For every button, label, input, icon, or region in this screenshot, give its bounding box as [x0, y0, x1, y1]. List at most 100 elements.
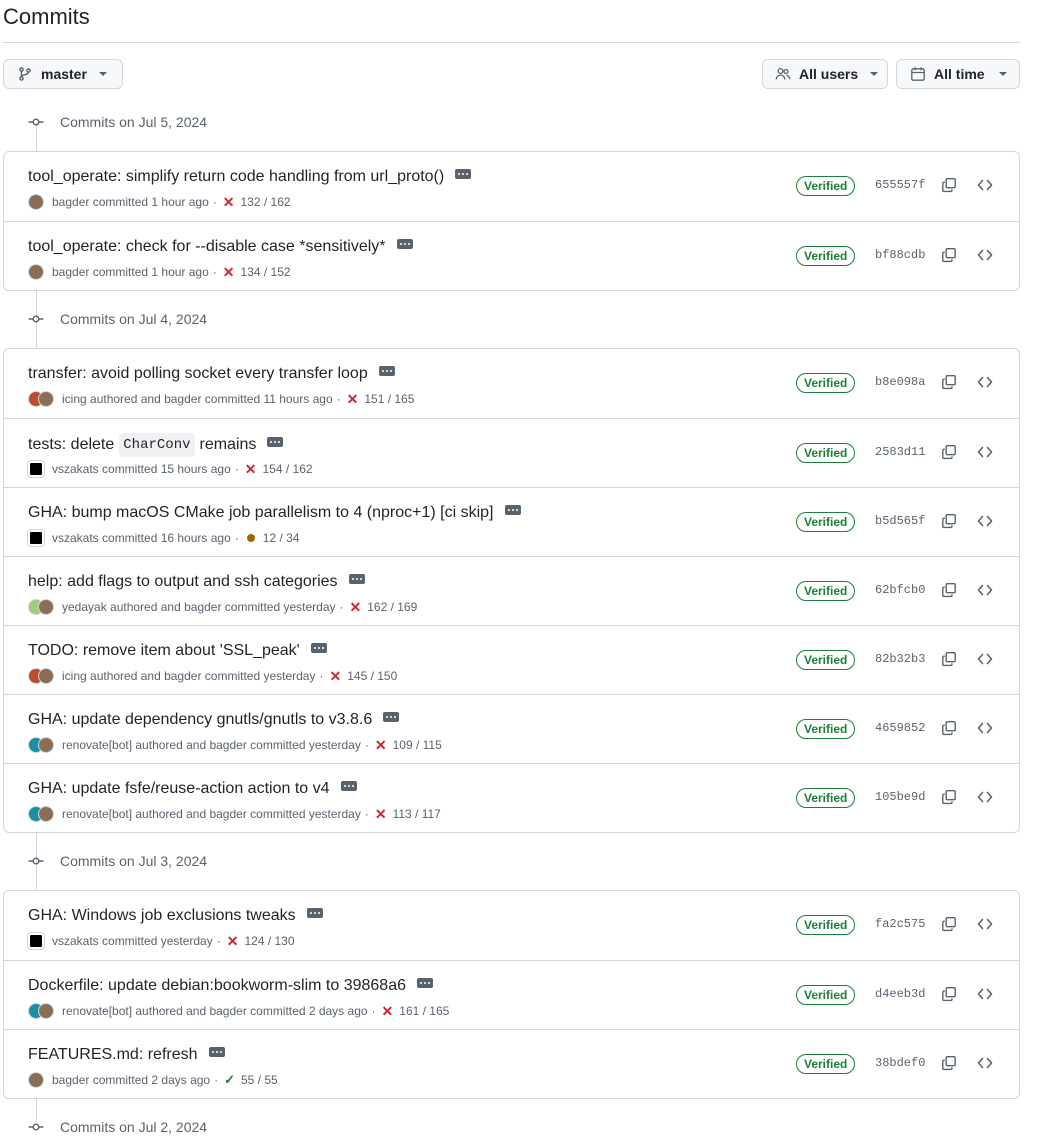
copy-icon[interactable]: [941, 513, 957, 529]
kebab-ellipsis-icon[interactable]: [208, 1047, 225, 1057]
commit-message-link[interactable]: Dockerfile: update debian:bookworm-slim …: [28, 975, 406, 997]
avatar[interactable]: [28, 933, 44, 949]
commit-sha-link[interactable]: fa2c575: [875, 917, 925, 931]
verified-badge[interactable]: Verified: [796, 373, 856, 393]
commit-author-text[interactable]: vszakats committed yesterday: [52, 934, 213, 948]
code-icon[interactable]: [977, 444, 993, 460]
avatar[interactable]: [28, 194, 44, 210]
checks-count[interactable]: 55 / 55: [241, 1073, 278, 1087]
copy-icon[interactable]: [941, 177, 957, 193]
ci-failure-icon[interactable]: ✕: [329, 668, 341, 685]
ci-success-icon[interactable]: ✓: [224, 1072, 235, 1088]
checks-count[interactable]: 134 / 152: [241, 265, 291, 279]
copy-icon[interactable]: [941, 1055, 957, 1071]
code-icon[interactable]: [977, 789, 993, 805]
kebab-ellipsis-icon[interactable]: [455, 169, 472, 179]
branch-selector-button[interactable]: master: [3, 59, 123, 89]
commit-author-text[interactable]: vszakats committed 15 hours ago: [52, 462, 231, 476]
ci-failure-icon[interactable]: ✕: [223, 264, 235, 281]
time-filter-button[interactable]: All time: [896, 59, 1020, 89]
commit-sha-link[interactable]: 655557f: [875, 178, 925, 192]
checks-count[interactable]: 145 / 150: [347, 669, 397, 683]
checks-count[interactable]: 132 / 162: [241, 195, 291, 209]
commit-message-link[interactable]: GHA: update dependency gnutls/gnutls to …: [28, 709, 372, 731]
copy-icon[interactable]: [941, 986, 957, 1002]
avatar[interactable]: [28, 530, 44, 546]
copy-icon[interactable]: [941, 916, 957, 932]
copy-icon[interactable]: [941, 444, 957, 460]
verified-badge[interactable]: Verified: [796, 788, 856, 808]
avatar[interactable]: [28, 1072, 44, 1088]
commit-message-link[interactable]: GHA: Windows job exclusions tweaks: [28, 905, 296, 927]
code-icon[interactable]: [977, 177, 993, 193]
copy-icon[interactable]: [941, 582, 957, 598]
commit-message-link[interactable]: tests: delete: [28, 434, 114, 456]
checks-count[interactable]: 154 / 162: [263, 462, 313, 476]
avatar[interactable]: [38, 806, 54, 822]
copy-icon[interactable]: [941, 651, 957, 667]
checks-count[interactable]: 113 / 117: [393, 807, 441, 821]
commit-message-link[interactable]: TODO: remove item about 'SSL_peak': [28, 640, 300, 662]
code-icon[interactable]: [977, 986, 993, 1002]
avatar[interactable]: [38, 599, 54, 615]
commit-sha-link[interactable]: 38bdef0: [875, 1056, 925, 1070]
commit-sha-link[interactable]: 4659852: [875, 721, 925, 735]
commit-message-link[interactable]: remains: [200, 434, 257, 456]
commit-sha-link[interactable]: 82b32b3: [875, 652, 925, 666]
checks-count[interactable]: 151 / 165: [364, 392, 414, 406]
verified-badge[interactable]: Verified: [796, 512, 856, 532]
kebab-ellipsis-icon[interactable]: [348, 574, 365, 584]
code-icon[interactable]: [977, 374, 993, 390]
commit-sha-link[interactable]: d4eeb3d: [875, 987, 925, 1001]
commit-message-link[interactable]: transfer: avoid polling socket every tra…: [28, 363, 368, 385]
kebab-ellipsis-icon[interactable]: [504, 505, 521, 515]
commit-author-text[interactable]: icing authored and bagder committed yest…: [62, 669, 315, 683]
verified-badge[interactable]: Verified: [796, 719, 856, 739]
users-filter-button[interactable]: All users: [762, 59, 888, 89]
ci-failure-icon[interactable]: ✕: [350, 599, 362, 616]
avatar[interactable]: [38, 668, 54, 684]
verified-badge[interactable]: Verified: [796, 1054, 856, 1074]
ci-failure-icon[interactable]: ✕: [347, 391, 359, 408]
commit-author-text[interactable]: bagder committed 1 hour ago: [52, 265, 209, 279]
ci-failure-icon[interactable]: ✕: [245, 461, 257, 478]
commit-sha-link[interactable]: 105be9d: [875, 790, 925, 804]
verified-badge[interactable]: Verified: [796, 915, 856, 935]
avatar[interactable]: [38, 1003, 54, 1019]
commit-sha-link[interactable]: 2583d11: [875, 445, 925, 459]
ci-failure-icon[interactable]: ✕: [382, 1003, 394, 1020]
ci-pending-icon[interactable]: [246, 534, 255, 542]
commit-message-link[interactable]: tool_operate: check for --disable case *…: [28, 236, 386, 258]
checks-count[interactable]: 109 / 115: [393, 738, 442, 752]
ci-failure-icon[interactable]: ✕: [227, 933, 239, 950]
avatar[interactable]: [38, 391, 54, 407]
kebab-ellipsis-icon[interactable]: [267, 437, 284, 447]
copy-icon[interactable]: [941, 247, 957, 263]
checks-count[interactable]: 124 / 130: [244, 934, 294, 948]
commit-sha-link[interactable]: bf88cdb: [875, 248, 925, 262]
verified-badge[interactable]: Verified: [796, 650, 856, 670]
commit-sha-link[interactable]: b8e098a: [875, 375, 925, 389]
ci-failure-icon[interactable]: ✕: [375, 737, 387, 754]
code-icon[interactable]: [977, 247, 993, 263]
commit-message-link[interactable]: tool_operate: simplify return code handl…: [28, 166, 444, 188]
ci-failure-icon[interactable]: ✕: [375, 806, 387, 823]
verified-badge[interactable]: Verified: [796, 246, 856, 266]
avatar[interactable]: [28, 461, 44, 477]
code-icon[interactable]: [977, 1055, 993, 1071]
avatar[interactable]: [38, 737, 54, 753]
commit-author-text[interactable]: bagder committed 2 days ago: [52, 1073, 210, 1087]
commit-author-text[interactable]: icing authored and bagder committed 11 h…: [62, 392, 333, 406]
commit-author-text[interactable]: yedayak authored and bagder committed ye…: [62, 600, 336, 614]
commit-author-text[interactable]: vszakats committed 16 hours ago: [52, 531, 231, 545]
commit-author-text[interactable]: bagder committed 1 hour ago: [52, 195, 209, 209]
verified-badge[interactable]: Verified: [796, 176, 856, 196]
commit-author-text[interactable]: renovate[bot] authored and bagder commit…: [62, 1004, 368, 1018]
kebab-ellipsis-icon[interactable]: [378, 366, 395, 376]
code-icon[interactable]: [977, 916, 993, 932]
kebab-ellipsis-icon[interactable]: [417, 978, 433, 988]
kebab-ellipsis-icon[interactable]: [383, 712, 400, 722]
kebab-ellipsis-icon[interactable]: [306, 908, 323, 918]
commit-author-text[interactable]: renovate[bot] authored and bagder commit…: [62, 807, 361, 821]
kebab-ellipsis-icon[interactable]: [396, 239, 413, 249]
